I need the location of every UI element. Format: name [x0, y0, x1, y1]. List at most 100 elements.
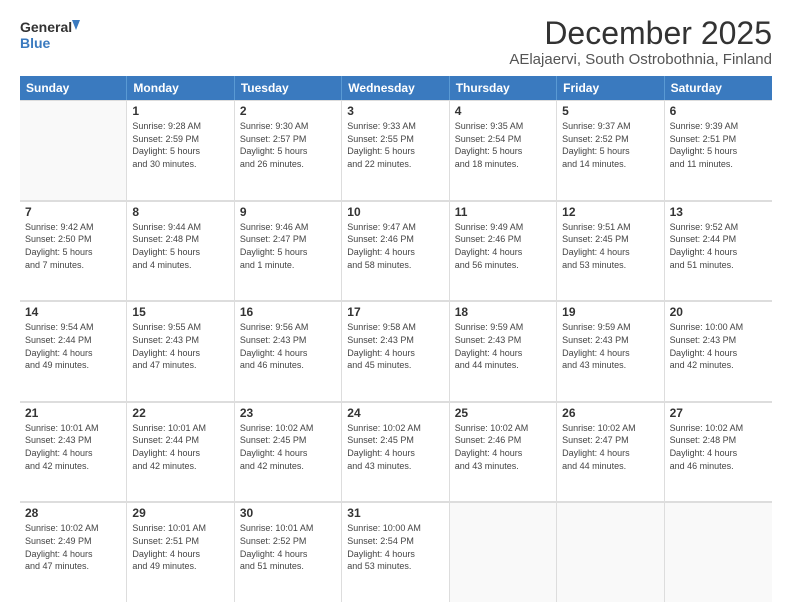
day-number: 24: [347, 406, 443, 420]
day-info: Sunrise: 10:01 AM Sunset: 2:51 PM Daylig…: [132, 522, 228, 572]
calendar: Sunday Monday Tuesday Wednesday Thursday…: [20, 76, 772, 602]
header-saturday: Saturday: [665, 76, 772, 100]
calendar-header: Sunday Monday Tuesday Wednesday Thursday…: [20, 76, 772, 100]
calendar-cell-4-3: 31 Sunrise: 10:00 AM Sunset: 2:54 PM Dayl…: [342, 502, 449, 602]
calendar-cell-0-4: 4 Sunrise: 9:35 AM Sunset: 2:54 PM Daylig…: [450, 100, 557, 200]
day-info: Sunrise: 9:28 AM Sunset: 2:59 PM Dayligh…: [132, 120, 228, 170]
day-info: Sunrise: 10:02 AM Sunset: 2:47 PM Daylig…: [562, 422, 658, 472]
calendar-cell-2-6: 20 Sunrise: 10:00 AM Sunset: 2:43 PM Dayl…: [665, 301, 772, 401]
day-number: 10: [347, 205, 443, 219]
day-info: Sunrise: 9:58 AM Sunset: 2:43 PM Dayligh…: [347, 321, 443, 371]
header-thursday: Thursday: [450, 76, 557, 100]
calendar-cell-1-4: 11 Sunrise: 9:49 AM Sunset: 2:46 PM Dayli…: [450, 201, 557, 301]
day-number: 9: [240, 205, 336, 219]
calendar-cell-1-6: 13 Sunrise: 9:52 AM Sunset: 2:44 PM Dayli…: [665, 201, 772, 301]
day-number: 27: [670, 406, 767, 420]
day-number: 1: [132, 104, 228, 118]
main-title: December 2025: [509, 16, 772, 51]
calendar-cell-1-2: 9 Sunrise: 9:46 AM Sunset: 2:47 PM Daylig…: [235, 201, 342, 301]
calendar-cell-4-5: [557, 502, 664, 602]
calendar-cell-0-0: [20, 100, 127, 200]
day-info: Sunrise: 9:49 AM Sunset: 2:46 PM Dayligh…: [455, 221, 551, 271]
header-tuesday: Tuesday: [235, 76, 342, 100]
calendar-cell-1-3: 10Sunrise: 9:47 AM Sunset: 2:46 PM Dayli…: [342, 201, 449, 301]
day-number: 13: [670, 205, 767, 219]
calendar-row-0: 1 Sunrise: 9:28 AM Sunset: 2:59 PM Daylig…: [20, 100, 772, 201]
day-info: Sunrise: 10:02 AM Sunset: 2:45 PM Daylig…: [240, 422, 336, 472]
calendar-cell-3-6: 27 Sunrise: 10:02 AM Sunset: 2:48 PM Dayl…: [665, 402, 772, 502]
day-info: Sunrise: 10:02 AM Sunset: 2:49 PM Daylig…: [25, 522, 121, 572]
day-number: 8: [132, 205, 228, 219]
day-info: Sunrise: 9:42 AM Sunset: 2:50 PM Dayligh…: [25, 221, 121, 271]
calendar-cell-2-4: 18Sunrise: 9:59 AM Sunset: 2:43 PM Dayli…: [450, 301, 557, 401]
calendar-cell-4-2: 30 Sunrise: 10:01 AM Sunset: 2:52 PM Dayl…: [235, 502, 342, 602]
day-number: 14: [25, 305, 121, 319]
day-info: Sunrise: 9:33 AM Sunset: 2:55 PM Dayligh…: [347, 120, 443, 170]
day-info: Sunrise: 9:44 AM Sunset: 2:48 PM Dayligh…: [132, 221, 228, 271]
day-info: Sunrise: 10:00 AM Sunset: 2:43 PM Daylig…: [670, 321, 767, 371]
day-info: Sunrise: 9:30 AM Sunset: 2:57 PM Dayligh…: [240, 120, 336, 170]
day-number: 20: [670, 305, 767, 319]
day-number: 28: [25, 506, 121, 520]
day-info: Sunrise: 9:55 AM Sunset: 2:43 PM Dayligh…: [132, 321, 228, 371]
day-info: Sunrise: 10:00 AM Sunset: 2:54 PM Daylig…: [347, 522, 443, 572]
calendar-cell-0-5: 5 Sunrise: 9:37 AM Sunset: 2:52 PM Daylig…: [557, 100, 664, 200]
calendar-cell-0-1: 1 Sunrise: 9:28 AM Sunset: 2:59 PM Daylig…: [127, 100, 234, 200]
day-info: Sunrise: 9:35 AM Sunset: 2:54 PM Dayligh…: [455, 120, 551, 170]
day-info: Sunrise: 9:56 AM Sunset: 2:43 PM Dayligh…: [240, 321, 336, 371]
day-number: 4: [455, 104, 551, 118]
day-info: Sunrise: 9:51 AM Sunset: 2:45 PM Dayligh…: [562, 221, 658, 271]
day-number: 26: [562, 406, 658, 420]
calendar-cell-3-3: 24Sunrise: 10:02 AM Sunset: 2:45 PM Dayl…: [342, 402, 449, 502]
day-number: 5: [562, 104, 658, 118]
calendar-cell-3-4: 25 Sunrise: 10:02 AM Sunset: 2:46 PM Dayl…: [450, 402, 557, 502]
header-monday: Monday: [127, 76, 234, 100]
calendar-cell-2-1: 15 Sunrise: 9:55 AM Sunset: 2:43 PM Dayli…: [127, 301, 234, 401]
calendar-body: 1 Sunrise: 9:28 AM Sunset: 2:59 PM Daylig…: [20, 100, 772, 602]
subtitle: AElajaervi, South Ostrobothnia, Finland: [509, 51, 772, 68]
day-info: Sunrise: 9:46 AM Sunset: 2:47 PM Dayligh…: [240, 221, 336, 271]
title-block: December 2025 AElajaervi, South Ostrobot…: [509, 16, 772, 68]
day-info: Sunrise: 10:01 AM Sunset: 2:44 PM Daylig…: [132, 422, 228, 472]
day-number: 7: [25, 205, 121, 219]
day-info: Sunrise: 10:02 AM Sunset: 2:48 PM Daylig…: [670, 422, 767, 472]
day-number: 23: [240, 406, 336, 420]
day-info: Sunrise: 9:59 AM Sunset: 2:43 PM Dayligh…: [562, 321, 658, 371]
logo-svg: General Blue: [20, 16, 80, 52]
day-info: Sunrise: 10:01 AM Sunset: 2:43 PM Daylig…: [25, 422, 121, 472]
day-number: 17: [347, 305, 443, 319]
header-sunday: Sunday: [20, 76, 127, 100]
day-number: 16: [240, 305, 336, 319]
day-info: Sunrise: 10:02 AM Sunset: 2:46 PM Daylig…: [455, 422, 551, 472]
svg-text:Blue: Blue: [20, 35, 51, 51]
day-number: 11: [455, 205, 551, 219]
calendar-cell-1-1: 8 Sunrise: 9:44 AM Sunset: 2:48 PM Daylig…: [127, 201, 234, 301]
svg-text:General: General: [20, 19, 72, 35]
day-info: Sunrise: 9:52 AM Sunset: 2:44 PM Dayligh…: [670, 221, 767, 271]
day-info: Sunrise: 9:37 AM Sunset: 2:52 PM Dayligh…: [562, 120, 658, 170]
day-info: Sunrise: 9:59 AM Sunset: 2:43 PM Dayligh…: [455, 321, 551, 371]
day-number: 2: [240, 104, 336, 118]
calendar-cell-0-3: 3Sunrise: 9:33 AM Sunset: 2:55 PM Daylig…: [342, 100, 449, 200]
day-number: 12: [562, 205, 658, 219]
calendar-cell-4-0: 28 Sunrise: 10:02 AM Sunset: 2:49 PM Dayl…: [20, 502, 127, 602]
day-number: 25: [455, 406, 551, 420]
day-number: 31: [347, 506, 443, 520]
calendar-row-1: 7 Sunrise: 9:42 AM Sunset: 2:50 PM Daylig…: [20, 201, 772, 302]
day-number: 30: [240, 506, 336, 520]
calendar-row-3: 21Sunrise: 10:01 AM Sunset: 2:43 PM Dayl…: [20, 402, 772, 503]
calendar-cell-3-0: 21Sunrise: 10:01 AM Sunset: 2:43 PM Dayl…: [20, 402, 127, 502]
calendar-cell-0-2: 2 Sunrise: 9:30 AM Sunset: 2:57 PM Daylig…: [235, 100, 342, 200]
logo: General Blue: [20, 16, 80, 52]
day-info: Sunrise: 10:01 AM Sunset: 2:52 PM Daylig…: [240, 522, 336, 572]
day-number: 15: [132, 305, 228, 319]
day-number: 29: [132, 506, 228, 520]
calendar-cell-2-0: 14 Sunrise: 9:54 AM Sunset: 2:44 PM Dayli…: [20, 301, 127, 401]
calendar-row-4: 28 Sunrise: 10:02 AM Sunset: 2:49 PM Dayl…: [20, 502, 772, 602]
day-info: Sunrise: 9:54 AM Sunset: 2:44 PM Dayligh…: [25, 321, 121, 371]
header-friday: Friday: [557, 76, 664, 100]
day-number: 22: [132, 406, 228, 420]
calendar-cell-4-6: [665, 502, 772, 602]
calendar-cell-3-5: 26 Sunrise: 10:02 AM Sunset: 2:47 PM Dayl…: [557, 402, 664, 502]
page-header: General Blue December 2025 AElajaervi, S…: [20, 16, 772, 68]
